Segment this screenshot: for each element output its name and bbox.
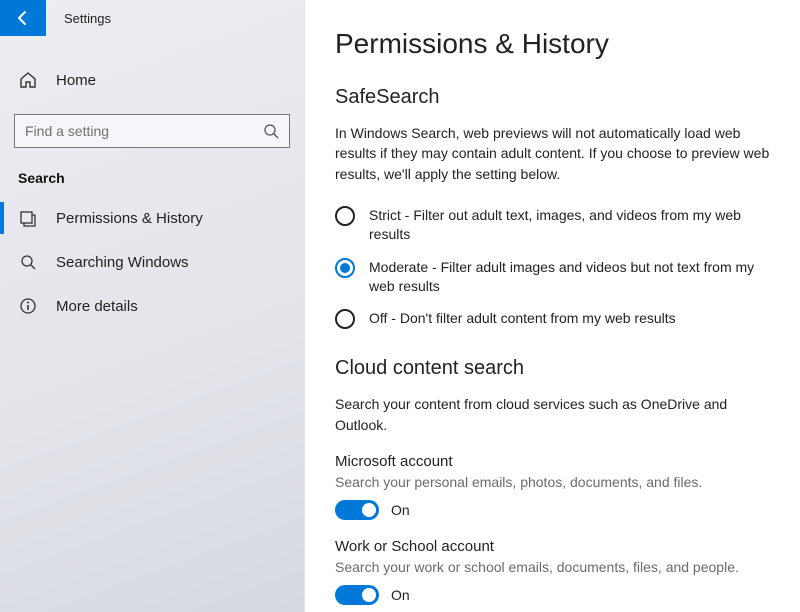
- cloud-heading: Cloud content search: [335, 357, 770, 380]
- safesearch-radio-group: Strict - Filter out adult text, images, …: [335, 206, 770, 330]
- home-icon: [18, 71, 38, 89]
- radio-icon: [335, 309, 355, 329]
- search-box[interactable]: [14, 114, 290, 148]
- sidebar-item-permissions-history[interactable]: Permissions & History: [0, 196, 304, 240]
- info-icon: [18, 297, 38, 315]
- ms-account-toggle-row: On: [335, 500, 770, 520]
- sidebar-item-label: More details: [56, 298, 138, 315]
- page-title: Permissions & History: [335, 28, 770, 60]
- safesearch-heading: SafeSearch: [335, 86, 770, 109]
- app-title: Settings: [46, 11, 111, 26]
- work-account-toggle-row: On: [335, 585, 770, 605]
- ms-account-toggle[interactable]: [335, 500, 379, 520]
- radio-label: Off - Don't filter adult content from my…: [369, 309, 676, 328]
- search-icon: [263, 123, 279, 139]
- home-label: Home: [56, 72, 96, 89]
- radio-label: Moderate - Filter adult images and video…: [369, 258, 770, 296]
- radio-icon: [335, 206, 355, 226]
- work-account-desc: Search your work or school emails, docum…: [335, 559, 770, 575]
- sidebar-section-label: Search: [18, 170, 286, 186]
- ms-account-toggle-label: On: [391, 502, 410, 518]
- radio-icon: [335, 258, 355, 278]
- work-account-toggle-label: On: [391, 587, 410, 603]
- safesearch-description: In Windows Search, web previews will not…: [335, 123, 770, 184]
- radio-label: Strict - Filter out adult text, images, …: [369, 206, 770, 244]
- back-button[interactable]: [0, 0, 46, 36]
- ms-account-desc: Search your personal emails, photos, doc…: [335, 474, 770, 490]
- permissions-icon: [18, 209, 38, 227]
- home-nav[interactable]: Home: [0, 58, 304, 102]
- main-panel: Permissions & History SafeSearch In Wind…: [305, 0, 800, 612]
- search-input[interactable]: [25, 123, 263, 139]
- sidebar-item-searching-windows[interactable]: Searching Windows: [0, 240, 304, 284]
- work-account-toggle[interactable]: [335, 585, 379, 605]
- sidebar-item-label: Searching Windows: [56, 254, 189, 271]
- search-windows-icon: [18, 253, 38, 271]
- safesearch-option-strict[interactable]: Strict - Filter out adult text, images, …: [335, 206, 770, 244]
- safesearch-option-off[interactable]: Off - Don't filter adult content from my…: [335, 309, 770, 329]
- back-arrow-icon: [15, 10, 31, 26]
- sidebar-item-label: Permissions & History: [56, 210, 203, 227]
- ms-account-title: Microsoft account: [335, 453, 770, 470]
- work-account-title: Work or School account: [335, 538, 770, 555]
- cloud-description: Search your content from cloud services …: [335, 394, 770, 435]
- titlebar: Settings: [0, 0, 304, 36]
- sidebar: Settings Home Search Permissions & Histo…: [0, 0, 305, 612]
- safesearch-option-moderate[interactable]: Moderate - Filter adult images and video…: [335, 258, 770, 296]
- sidebar-item-more-details[interactable]: More details: [0, 284, 304, 328]
